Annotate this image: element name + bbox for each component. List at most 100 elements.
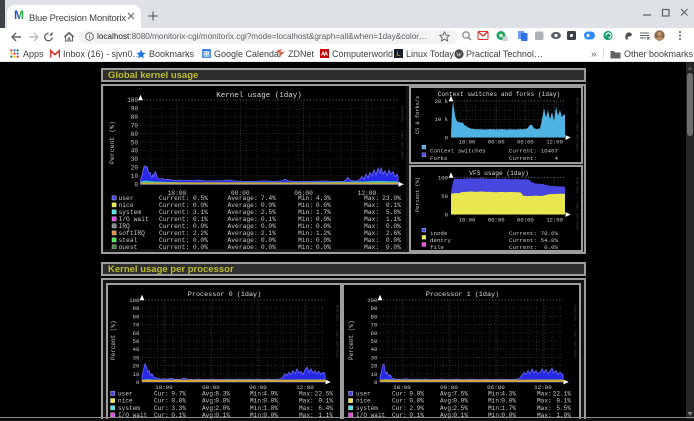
svg-text:0.0%: 0.0% bbox=[386, 223, 401, 230]
svg-text:0.0%: 0.0% bbox=[386, 237, 401, 244]
svg-text:Min:: Min: bbox=[298, 216, 313, 223]
svg-text:20: 20 bbox=[133, 363, 140, 370]
svg-text:system: system bbox=[356, 405, 378, 412]
svg-text:1.7%: 1.7% bbox=[316, 209, 331, 216]
svg-text:I/O wait: I/O wait bbox=[119, 216, 149, 223]
svg-text:0: 0 bbox=[374, 379, 378, 386]
svg-text:90: 90 bbox=[131, 106, 139, 113]
svg-text:70: 70 bbox=[371, 322, 378, 329]
svg-text:0: 0 bbox=[136, 379, 140, 386]
svg-text:RRDTOOL / TOBI OETIKER: RRDTOOL / TOBI OETIKER bbox=[334, 305, 339, 358]
svg-text:inode: inode bbox=[430, 229, 448, 236]
svg-text:4: 4 bbox=[555, 155, 559, 162]
svg-text:Average:: Average: bbox=[228, 223, 258, 230]
svg-text:Average:: Average: bbox=[228, 209, 258, 216]
svg-text:70: 70 bbox=[131, 122, 139, 129]
svg-text:Max:: Max: bbox=[537, 391, 552, 398]
svg-text:0.0%: 0.0% bbox=[316, 237, 331, 244]
svg-text:Max:: Max: bbox=[299, 405, 314, 412]
svg-text:0: 0 bbox=[134, 181, 138, 188]
svg-text:nice: nice bbox=[356, 398, 371, 405]
svg-text:Max:: Max: bbox=[364, 216, 379, 223]
svg-text:2.1%: 2.1% bbox=[261, 230, 276, 237]
svg-text:3.3%: 3.3% bbox=[171, 405, 186, 412]
svg-text:Min:: Min: bbox=[298, 202, 313, 209]
svg-text:00:00: 00:00 bbox=[488, 139, 505, 146]
svg-text:18:00: 18:00 bbox=[459, 216, 476, 223]
svg-text:12:00: 12:00 bbox=[546, 216, 563, 223]
svg-text:Current:: Current: bbox=[159, 223, 189, 230]
svg-text:1.2%: 1.2% bbox=[316, 230, 331, 237]
svg-text:L: L bbox=[397, 51, 401, 58]
svg-text:0.0%: 0.0% bbox=[316, 223, 331, 230]
svg-text:Current:: Current: bbox=[159, 244, 189, 249]
svg-text:06:00: 06:00 bbox=[517, 216, 534, 223]
svg-text:Forks: Forks bbox=[430, 155, 447, 162]
svg-text:2.5%: 2.5% bbox=[453, 405, 468, 412]
svg-text:IRQ: IRQ bbox=[119, 223, 131, 230]
svg-text:Cur:: Cur: bbox=[392, 398, 407, 405]
svg-text:Min:: Min: bbox=[298, 244, 313, 249]
svg-text:Current:: Current: bbox=[509, 229, 537, 236]
svg-text:60: 60 bbox=[371, 330, 378, 337]
svg-text:3.1%: 3.1% bbox=[193, 209, 208, 216]
svg-text:Max:: Max: bbox=[537, 398, 552, 405]
svg-text:23.0%: 23.0% bbox=[382, 195, 401, 202]
svg-text:2.6%: 2.6% bbox=[386, 230, 401, 237]
svg-text:10 k: 10 k bbox=[435, 116, 449, 123]
svg-text:0.0%: 0.0% bbox=[171, 398, 186, 405]
svg-text:0.1%: 0.1% bbox=[193, 216, 208, 223]
svg-text:Min:: Min: bbox=[298, 209, 313, 216]
svg-text:6.4%: 6.4% bbox=[318, 405, 333, 412]
svg-text:softIRQ: softIRQ bbox=[119, 230, 146, 237]
svg-text:00:00: 00:00 bbox=[488, 216, 505, 223]
svg-text:100: 100 bbox=[367, 297, 378, 304]
svg-text:80: 80 bbox=[371, 313, 378, 320]
svg-text:0.1%: 0.1% bbox=[556, 398, 571, 405]
svg-text:10: 10 bbox=[133, 371, 140, 378]
svg-text:30: 30 bbox=[371, 354, 378, 361]
svg-text:90: 90 bbox=[371, 305, 378, 312]
svg-text:0.0%: 0.0% bbox=[193, 202, 208, 209]
svg-text:Current:: Current: bbox=[159, 230, 189, 237]
svg-text:50: 50 bbox=[131, 139, 139, 146]
svg-text:0.0%: 0.0% bbox=[501, 398, 516, 405]
svg-text:Max:: Max: bbox=[364, 230, 379, 237]
svg-text:4.3%: 4.3% bbox=[501, 391, 516, 398]
svg-text:Min:: Min: bbox=[298, 223, 313, 230]
svg-text:system: system bbox=[119, 209, 142, 216]
svg-text:Max:: Max: bbox=[364, 202, 379, 209]
svg-text:10407: 10407 bbox=[541, 148, 559, 155]
svg-text:2.2%: 2.2% bbox=[193, 230, 208, 237]
svg-text:Current:: Current: bbox=[509, 244, 537, 250]
svg-text:8.3%: 8.3% bbox=[215, 391, 230, 398]
svg-text:50: 50 bbox=[133, 338, 140, 345]
svg-text:Max:: Max: bbox=[364, 195, 379, 202]
svg-text:VFS usage (1day): VFS usage (1day) bbox=[469, 170, 528, 177]
svg-text:0.0%: 0.0% bbox=[193, 237, 208, 244]
svg-text:40: 40 bbox=[131, 148, 139, 155]
svg-text:Min:: Min: bbox=[298, 230, 313, 237]
svg-text:50: 50 bbox=[441, 192, 448, 199]
svg-text:dentry: dentry bbox=[430, 237, 451, 244]
svg-text:0.0%: 0.0% bbox=[215, 398, 230, 405]
svg-text:0.0%: 0.0% bbox=[453, 398, 468, 405]
svg-text:system: system bbox=[118, 405, 140, 412]
svg-text:Current:: Current: bbox=[509, 237, 537, 244]
svg-text:Context switches: Context switches bbox=[430, 148, 486, 155]
svg-text:80: 80 bbox=[133, 313, 140, 320]
svg-text:5.5%: 5.5% bbox=[556, 405, 571, 412]
svg-text:9.7%: 9.7% bbox=[171, 391, 186, 398]
svg-text:Current:: Current: bbox=[509, 155, 537, 162]
svg-text:Max:: Max: bbox=[364, 223, 379, 230]
svg-text:1.1%: 1.1% bbox=[386, 216, 401, 223]
svg-text:0.0%: 0.0% bbox=[544, 244, 558, 250]
svg-text:20 k: 20 k bbox=[435, 98, 449, 105]
svg-text:0.0%: 0.0% bbox=[193, 244, 208, 249]
svg-text:5.8%: 5.8% bbox=[386, 209, 401, 216]
svg-text:Max:: Max: bbox=[364, 237, 379, 244]
svg-text:Cur:: Cur: bbox=[392, 391, 407, 398]
svg-text:0.5%: 0.5% bbox=[193, 195, 208, 202]
svg-text:50: 50 bbox=[371, 338, 378, 345]
svg-text:0.0%: 0.0% bbox=[316, 216, 331, 223]
